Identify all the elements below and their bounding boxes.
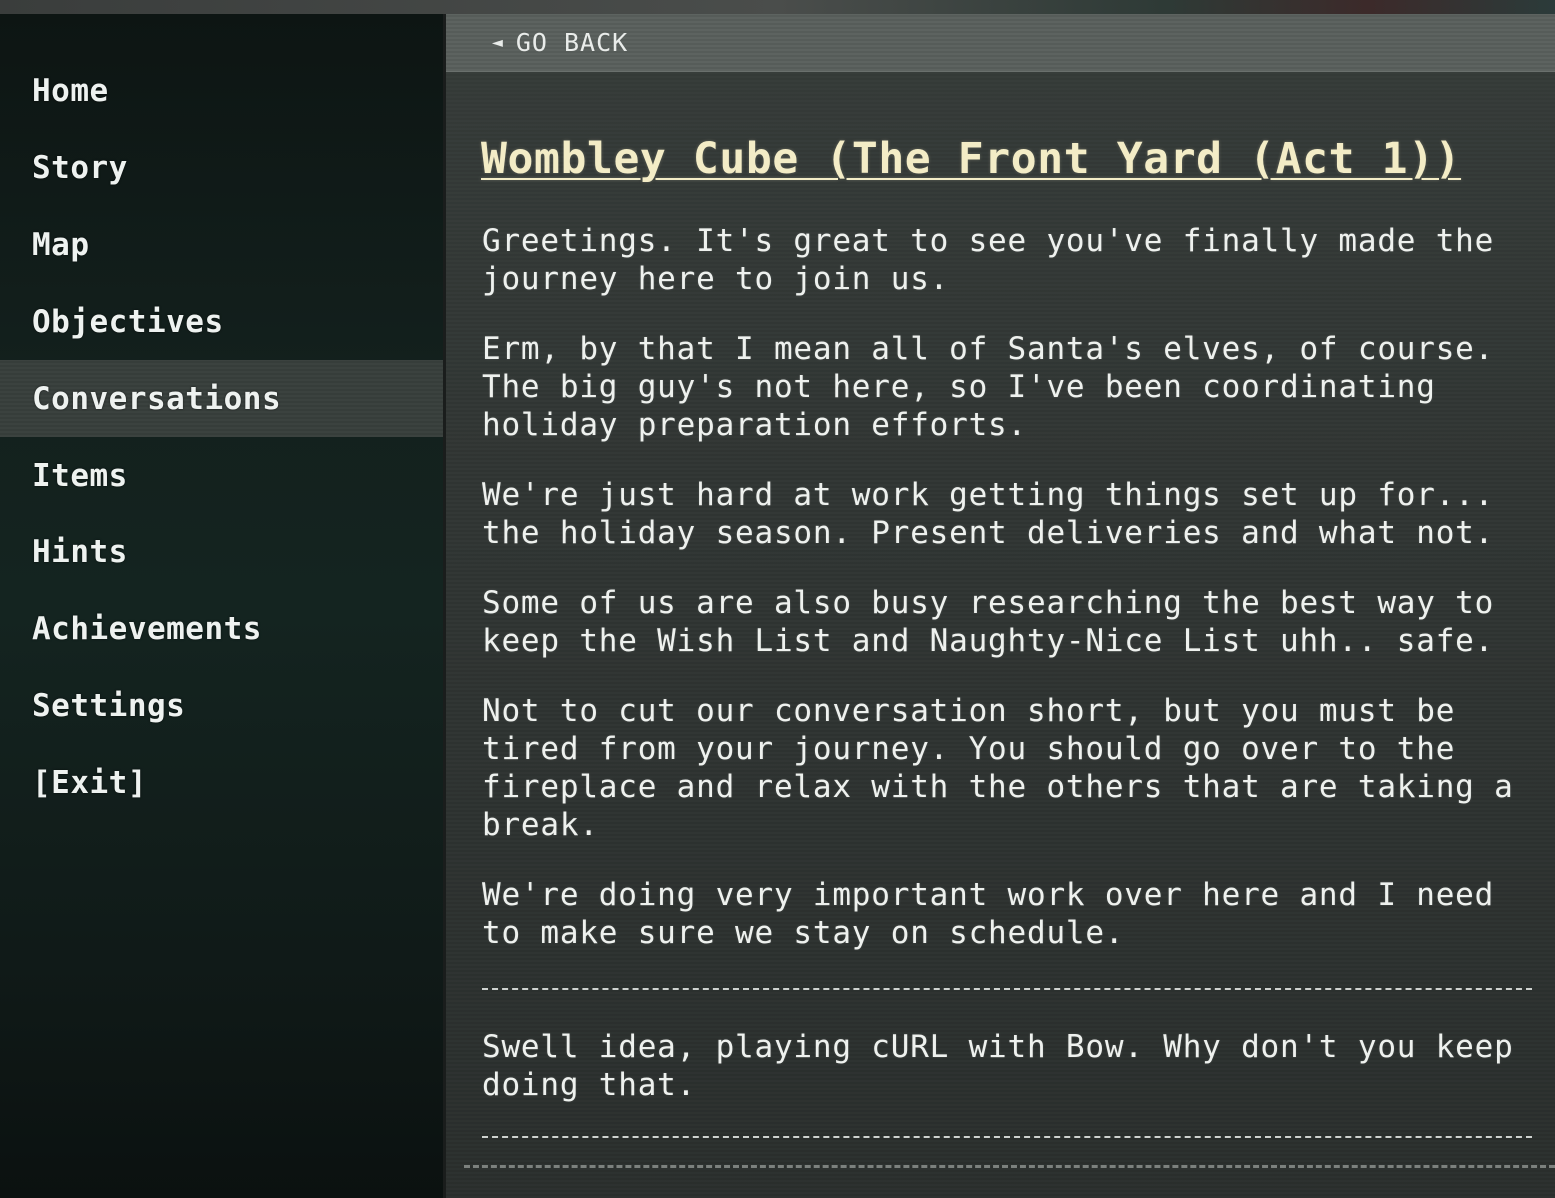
sidebar-item-exit[interactable]: [Exit] [0, 744, 443, 821]
sidebar-item-label: Conversations [32, 380, 282, 417]
sidebar-item-settings[interactable]: Settings [0, 667, 443, 744]
sidebar-item-label: Objectives [32, 303, 224, 340]
sidebar-item-story[interactable]: Story [0, 129, 443, 206]
sidebar-item-label: Items [32, 457, 128, 494]
sidebar-nav: Home Story Map Objectives Conversations … [0, 14, 443, 1198]
dialogue-paragraph: Greetings. It's great to see you've fina… [482, 223, 1495, 297]
dialogue-paragraph: Some of us are also busy researching the… [482, 585, 1495, 659]
sidebar-item-label: Map [32, 226, 90, 263]
dialogue-paragraph: We're just hard at work getting things s… [482, 477, 1495, 551]
sidebar-item-label: Achievements [32, 610, 262, 647]
sidebar-item-label: Home [32, 72, 109, 109]
conversation-title: Wombley Cube (The Front Yard (Act 1)) [481, 134, 1462, 184]
sidebar-item-hints[interactable]: Hints [0, 513, 443, 590]
conversation-body: Greetings. It's great to see you've fina… [482, 222, 1542, 1138]
dialogue-divider [482, 988, 1532, 990]
dialogue-divider [482, 1136, 1532, 1138]
sidebar-item-objectives[interactable]: Objectives [0, 283, 443, 360]
go-back-label: GO BACK [515, 27, 629, 57]
sidebar-item-conversations[interactable]: Conversations [0, 360, 443, 437]
sidebar-item-label: [Exit] [32, 764, 147, 801]
sidebar-item-label: Hints [32, 533, 128, 570]
followup-dialogue: Swell idea, playing cURL with Bow. Why d… [482, 1029, 1514, 1103]
dialogue-paragraph: Erm, by that I mean all of Santa's elves… [482, 331, 1495, 443]
panel-bottom-divider [464, 1165, 1555, 1168]
dialogue-paragraph: Not to cut our conversation short, but y… [482, 693, 1514, 843]
sidebar-item-home[interactable]: Home [0, 52, 443, 129]
app-window: Home Story Map Objectives Conversations … [0, 0, 1555, 1198]
back-bar: ◄ GO BACK [446, 14, 1555, 72]
go-back-button[interactable]: ◄ GO BACK [492, 24, 628, 60]
left-triangle-icon: ◄ [492, 31, 504, 53]
sidebar-item-label: Settings [32, 687, 186, 724]
background-strip [0, 0, 1555, 14]
sidebar-item-map[interactable]: Map [0, 206, 443, 283]
dialogue-paragraph: We're doing very important work over her… [482, 877, 1495, 951]
conversation-panel: ◄ GO BACK Wombley Cube (The Front Yard (… [446, 14, 1555, 1198]
sidebar-item-label: Story [32, 149, 128, 186]
sidebar-item-items[interactable]: Items [0, 437, 443, 514]
sidebar-item-achievements[interactable]: Achievements [0, 590, 443, 667]
